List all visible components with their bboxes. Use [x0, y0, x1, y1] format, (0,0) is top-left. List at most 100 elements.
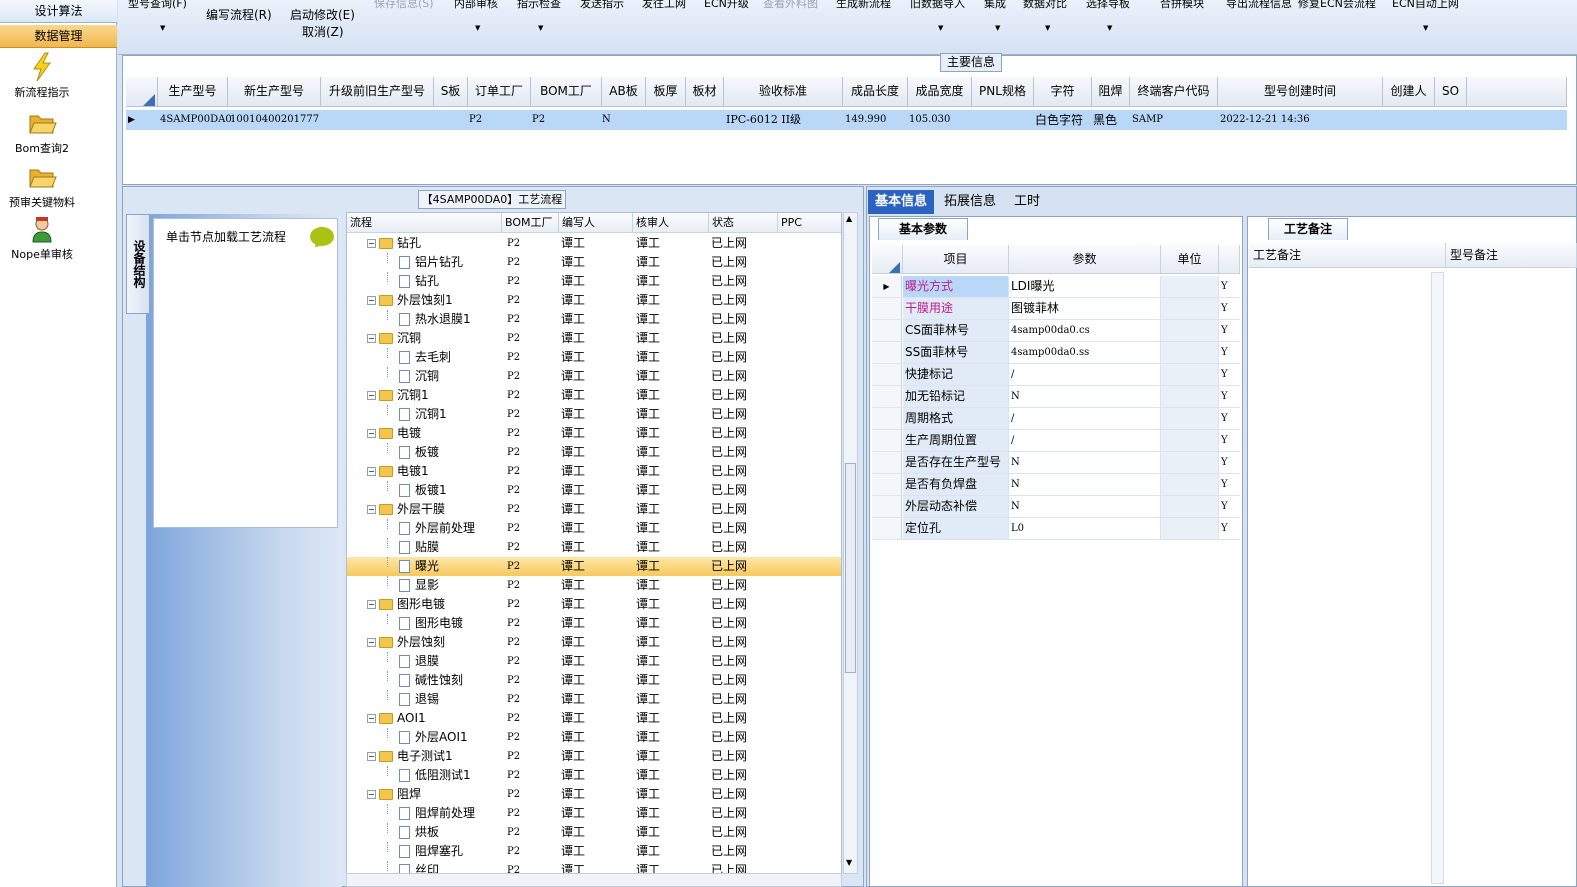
- collapse-icon[interactable]: −: [367, 296, 376, 305]
- cell-writer[interactable]: 谭工: [561, 291, 585, 310]
- cell-bom[interactable]: P2: [507, 671, 520, 690]
- cell-customer[interactable]: SAMP: [1132, 110, 1163, 130]
- col-header[interactable]: S板: [434, 77, 468, 107]
- tree-node[interactable]: 曝光: [399, 557, 439, 576]
- param-row[interactable]: 是否有负焊盘 N Y: [872, 474, 1240, 496]
- cell-reviewer[interactable]: 谭工: [636, 386, 660, 405]
- col-header[interactable]: 编写人: [559, 213, 633, 233]
- menu-send-net[interactable]: 发往工网: [642, 0, 686, 11]
- param-value[interactable]: N: [1009, 452, 1161, 473]
- sidebar-tab-data[interactable]: 数据管理: [0, 25, 117, 48]
- menu-cancel[interactable]: 取消(Z): [302, 23, 344, 40]
- cell-status[interactable]: 已上网: [711, 424, 747, 443]
- cell-writer[interactable]: 谭工: [561, 785, 585, 804]
- param-value[interactable]: LDI曝光: [1009, 276, 1161, 297]
- cell-writer[interactable]: 谭工: [561, 652, 585, 671]
- cell-bom[interactable]: P2: [507, 557, 520, 576]
- tree-row[interactable]: 烘板 P2 谭工 谭工 已上网: [347, 823, 841, 842]
- menu-export-flow[interactable]: 导出流程信息: [1226, 0, 1292, 11]
- menu-integrate[interactable]: 集成: [984, 0, 1006, 11]
- cell-reviewer[interactable]: 谭工: [636, 462, 660, 481]
- cell-status[interactable]: 已上网: [711, 519, 747, 538]
- cell-status[interactable]: 已上网: [711, 329, 747, 348]
- note-scrollbar[interactable]: [1431, 272, 1444, 884]
- cell-reviewer[interactable]: 谭工: [636, 538, 660, 557]
- cell-reviewer[interactable]: 谭工: [636, 424, 660, 443]
- param-value[interactable]: N: [1009, 474, 1161, 495]
- cell-reviewer[interactable]: 谭工: [636, 443, 660, 462]
- cell-writer[interactable]: 谭工: [561, 424, 585, 443]
- cell-bom[interactable]: P2: [507, 310, 520, 329]
- cell-writer[interactable]: 谭工: [561, 500, 585, 519]
- param-unit[interactable]: [1161, 320, 1219, 341]
- menu-check[interactable]: 指示检查: [517, 0, 561, 11]
- param-row[interactable]: 干膜用途 图镀菲林 Y: [872, 298, 1240, 320]
- collapse-icon[interactable]: −: [367, 790, 376, 799]
- param-unit[interactable]: [1161, 276, 1219, 297]
- chevron-down-icon[interactable]: ▼: [995, 24, 1000, 32]
- cell-bom[interactable]: P2: [507, 424, 520, 443]
- collapse-icon[interactable]: −: [367, 239, 376, 248]
- cell-writer[interactable]: 谭工: [561, 804, 585, 823]
- param-unit[interactable]: [1161, 496, 1219, 517]
- tree-node[interactable]: − 沉铜: [367, 329, 421, 348]
- collapse-icon[interactable]: −: [367, 714, 376, 723]
- param-unit[interactable]: [1161, 452, 1219, 473]
- param-row[interactable]: ▶ 曝光方式 LDI曝光 Y: [872, 276, 1240, 298]
- col-header[interactable]: PPC: [778, 213, 841, 233]
- tree-node[interactable]: 外层前处理: [399, 519, 475, 538]
- cell-reviewer[interactable]: 谭工: [636, 557, 660, 576]
- cell-bom[interactable]: P2: [507, 367, 520, 386]
- tree-node[interactable]: − 电镀1: [367, 462, 429, 481]
- col-header[interactable]: 参数: [1009, 245, 1161, 274]
- chevron-down-icon[interactable]: ▼: [160, 24, 165, 32]
- param-row[interactable]: 定位孔 L0 Y: [872, 518, 1240, 540]
- param-value[interactable]: 图镀菲林: [1009, 298, 1161, 319]
- cell-writer[interactable]: 谭工: [561, 633, 585, 652]
- collapse-icon[interactable]: −: [367, 467, 376, 476]
- cell-reviewer[interactable]: 谭工: [636, 709, 660, 728]
- tree-row[interactable]: − AOI1 P2 谭工 谭工 已上网: [347, 709, 841, 728]
- cell-bom[interactable]: P2: [507, 291, 520, 310]
- cell-reviewer[interactable]: 谭工: [636, 500, 660, 519]
- chevron-down-icon[interactable]: ▼: [938, 24, 943, 32]
- tree-node[interactable]: 沉铜: [399, 367, 439, 386]
- cell-new-model[interactable]: 10010400201777: [230, 110, 319, 130]
- cell-bom[interactable]: P2: [507, 709, 520, 728]
- param-value[interactable]: N: [1009, 386, 1161, 407]
- collapse-icon[interactable]: −: [367, 391, 376, 400]
- tree-node[interactable]: 热水退膜1: [399, 310, 471, 329]
- menu-send[interactable]: 发送指示: [580, 0, 624, 11]
- col-header[interactable]: 成品长度: [843, 77, 908, 107]
- tree-node[interactable]: 图形电镀: [399, 614, 463, 633]
- cell-status[interactable]: 已上网: [711, 690, 747, 709]
- cell-order-factory[interactable]: P2: [469, 110, 482, 130]
- tree-horizontal-scrollbar[interactable]: [346, 873, 842, 887]
- tree-node[interactable]: − 阻焊: [367, 785, 421, 804]
- cell-bom[interactable]: P2: [507, 272, 520, 291]
- menu-start-edit[interactable]: 启动修改(E): [290, 6, 355, 23]
- param-value[interactable]: 4samp00da0.ss: [1009, 342, 1161, 363]
- col-header[interactable]: 板材: [686, 77, 724, 107]
- cell-writer[interactable]: 谭工: [561, 576, 585, 595]
- cell-status[interactable]: 已上网: [711, 462, 747, 481]
- cell-writer[interactable]: 谭工: [561, 766, 585, 785]
- cell-length[interactable]: 149.990: [845, 110, 886, 130]
- sidebar-item-new-flow[interactable]: 新流程指示: [0, 52, 84, 100]
- cell-status[interactable]: 已上网: [711, 785, 747, 804]
- tree-node[interactable]: − 外层干膜: [367, 500, 445, 519]
- tree-row[interactable]: − 外层蚀刻1 P2 谭工 谭工 已上网: [347, 291, 841, 310]
- param-row[interactable]: 外层动态补偿 N Y: [872, 496, 1240, 518]
- cell-status[interactable]: 已上网: [711, 633, 747, 652]
- cell-reviewer[interactable]: 谭工: [636, 671, 660, 690]
- cell-writer[interactable]: 谭工: [561, 443, 585, 462]
- cell-reviewer[interactable]: 谭工: [636, 405, 660, 424]
- cell-char[interactable]: 白色字符: [1035, 110, 1083, 130]
- cell-status[interactable]: 已上网: [711, 652, 747, 671]
- param-unit[interactable]: [1161, 298, 1219, 319]
- tree-node[interactable]: − 电子测试1: [367, 747, 453, 766]
- cell-writer[interactable]: 谭工: [561, 614, 585, 633]
- cell-bom[interactable]: P2: [507, 785, 520, 804]
- cell-status[interactable]: 已上网: [711, 348, 747, 367]
- col-header[interactable]: PNL规格: [972, 77, 1034, 107]
